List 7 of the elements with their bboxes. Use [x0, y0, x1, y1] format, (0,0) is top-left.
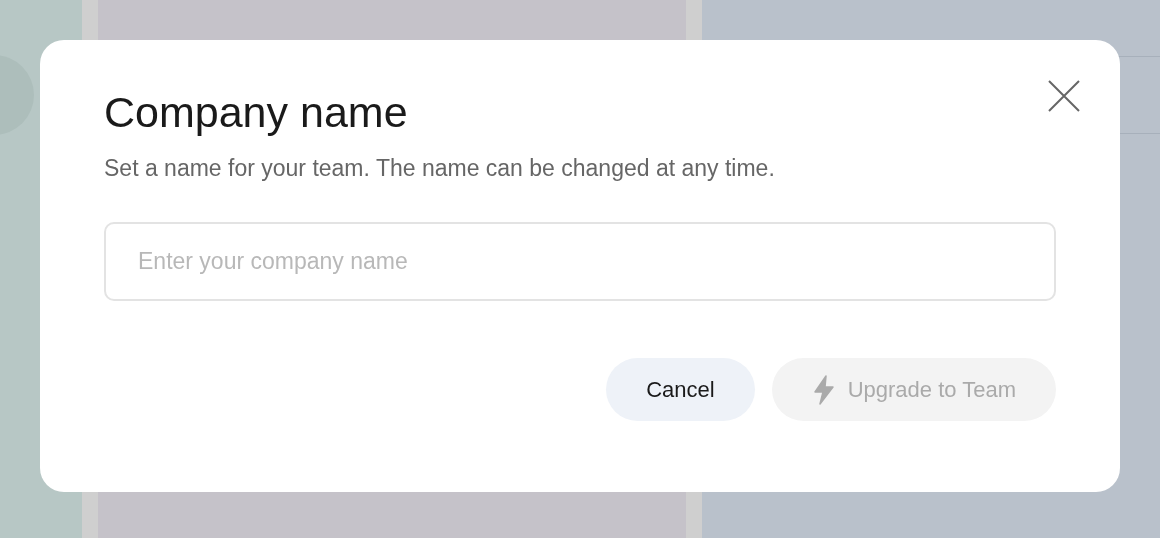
- lightning-icon: [811, 374, 836, 405]
- close-button[interactable]: [1046, 78, 1082, 114]
- dialog-title: Company name: [104, 87, 409, 138]
- dialog-description: Set a name for your team. The name can be changed at any time.: [104, 154, 776, 183]
- company-name-field[interactable]: Enter your company name: [104, 222, 1056, 301]
- close-icon: [1046, 78, 1082, 114]
- cancel-button[interactable]: Cancel: [606, 358, 755, 421]
